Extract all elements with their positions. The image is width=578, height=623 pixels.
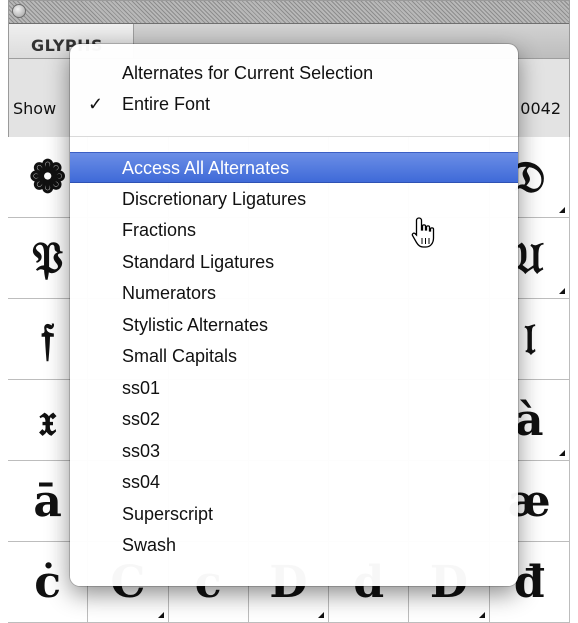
menu-item-alternates-current-selection[interactable]: Alternates for Current Selection — [70, 58, 518, 89]
menu-item-label: Stylistic Alternates — [122, 315, 269, 335]
check-icon: ✓ — [88, 94, 104, 114]
menu-item-label: Standard Ligatures — [122, 252, 275, 272]
alternates-indicator-icon — [157, 612, 164, 618]
close-icon[interactable] — [12, 4, 26, 18]
menu-item-label: Discretionary Ligatures — [122, 189, 307, 209]
glyph: 𝔩 — [523, 313, 535, 365]
glyph-code: 0042 — [520, 99, 561, 118]
menu-separator — [70, 136, 518, 137]
glyph: ❁ — [29, 151, 67, 203]
menu-item-label: ss04 — [122, 472, 161, 492]
menu-item-ss01[interactable]: ss01 — [70, 373, 518, 404]
glyph: 𝔣 — [41, 313, 55, 365]
alternates-indicator-icon — [558, 288, 565, 294]
alternates-indicator-icon — [558, 207, 565, 213]
menu-item-fractions[interactable]: Fractions — [70, 215, 518, 246]
menu-item-discretionary-ligatures[interactable]: Discretionary Ligatures — [70, 184, 518, 215]
alternates-indicator-icon — [318, 612, 325, 618]
glyph: à — [514, 394, 544, 446]
menu-item-standard-ligatures[interactable]: Standard Ligatures — [70, 247, 518, 278]
show-dropdown-menu: Alternates for Current Selection ✓ Entir… — [70, 44, 518, 586]
menu-item-swash[interactable]: Swash — [70, 530, 518, 561]
menu-item-label: Numerators — [122, 283, 217, 303]
glyph: ċ — [34, 556, 62, 608]
menu-item-label: Entire Font — [122, 94, 211, 114]
glyph: 𝔘 — [515, 232, 544, 284]
menu-item-label: ss02 — [122, 409, 161, 429]
menu-item-label: Fractions — [122, 220, 197, 240]
menu-item-label: ss01 — [122, 378, 161, 398]
menu-item-label: Superscript — [122, 504, 214, 524]
menu-item-label: Small Capitals — [122, 346, 238, 366]
menu-item-superscript[interactable]: Superscript — [70, 499, 518, 530]
menu-item-access-all-alternates[interactable]: Access All Alternates — [70, 152, 518, 183]
show-label: Show — [13, 99, 57, 118]
glyph: 𝔓 — [31, 232, 64, 284]
menu-item-label: ss03 — [122, 441, 161, 461]
title-bar[interactable] — [9, 1, 569, 24]
menu-item-numerators[interactable]: Numerators — [70, 278, 518, 309]
menu-item-ss02[interactable]: ss02 — [70, 404, 518, 435]
glyph: ā — [33, 475, 62, 527]
menu-item-entire-font[interactable]: ✓ Entire Font — [70, 89, 518, 120]
menu-item-label: Alternates for Current Selection — [122, 63, 374, 83]
glyph: đ — [513, 556, 545, 608]
glyph: 𝔵 — [38, 394, 57, 446]
menu-item-label: Swash — [122, 535, 177, 555]
menu-item-small-capitals[interactable]: Small Capitals — [70, 341, 518, 372]
menu-item-ss04[interactable]: ss04 — [70, 467, 518, 498]
menu-item-label: Access All Alternates — [122, 158, 290, 178]
menu-item-stylistic-alternates[interactable]: Stylistic Alternates — [70, 310, 518, 341]
hand-pointer-cursor-icon — [411, 217, 435, 248]
menu-item-ss03[interactable]: ss03 — [70, 436, 518, 467]
alternates-indicator-icon — [558, 450, 565, 456]
alternates-indicator-icon — [478, 612, 485, 618]
